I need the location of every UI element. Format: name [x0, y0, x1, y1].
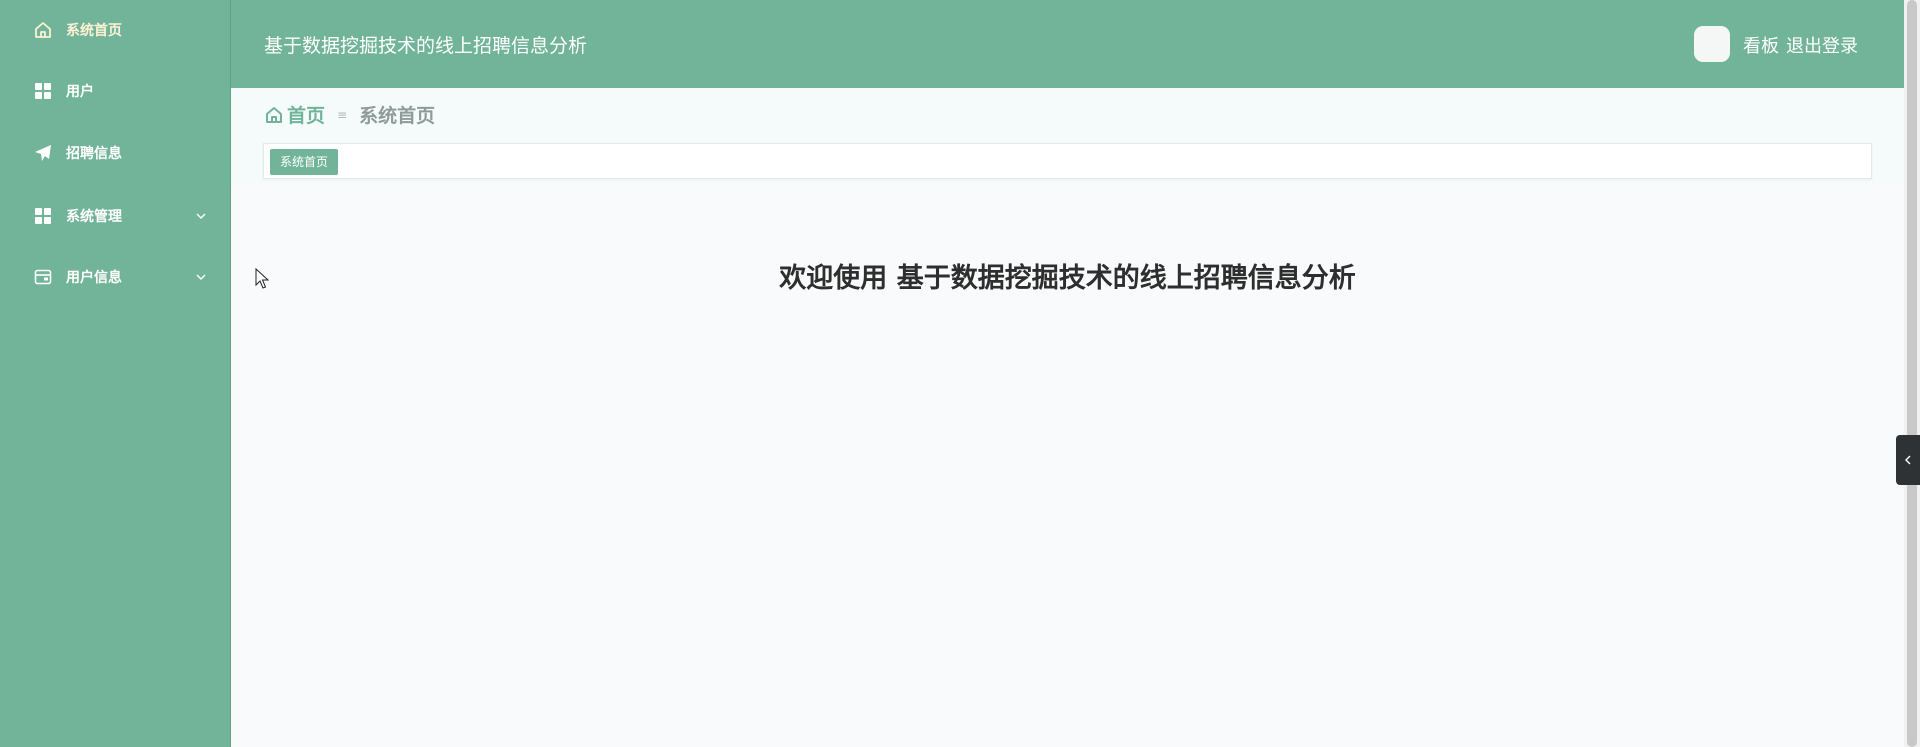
sidebar-item-home[interactable]: 系统首页 — [0, 8, 231, 52]
breadcrumb: 首页 ≡ 系统首页 — [265, 101, 435, 128]
board-link[interactable]: 看板 — [1743, 32, 1779, 58]
tag-home[interactable]: 系统首页 — [270, 149, 339, 175]
home-icon — [265, 106, 283, 124]
chevron-down-icon — [195, 271, 207, 283]
mouse-cursor-icon — [255, 267, 270, 290]
sidebar-item-label: 用户 — [66, 84, 94, 100]
sidebar-item-label: 系统首页 — [66, 23, 122, 39]
chevron-left-icon — [1905, 455, 1911, 465]
breadcrumb-current: 系统首页 — [359, 105, 436, 127]
top-header: 基于数据挖掘技术的线上招聘信息分析 看板 退出登录 — [231, 0, 1904, 88]
breadcrumb-home-link[interactable]: 首页 — [287, 101, 325, 128]
scrollbar-thumb[interactable] — [1907, 0, 1917, 747]
app-title: 基于数据挖掘技术的线上招聘信息分析 — [264, 35, 588, 57]
grid-icon — [34, 207, 52, 225]
page-scrollbar[interactable] — [1904, 0, 1920, 747]
avatar[interactable] — [1694, 26, 1730, 62]
sidebar-item-label: 招聘信息 — [66, 146, 122, 162]
sidebar-item-jobs[interactable]: 招聘信息 — [0, 131, 231, 175]
wallet-icon — [34, 268, 52, 286]
grid-icon — [34, 82, 52, 100]
home-icon — [34, 21, 52, 39]
breadcrumb-separator: ≡ — [337, 107, 348, 122]
chevron-down-icon — [195, 210, 207, 222]
sidebar-item-label: 系统管理 — [66, 209, 122, 225]
sidebar-item-label: 用户信息 — [66, 270, 122, 286]
sidebar-item-system-management[interactable]: 系统管理 — [0, 194, 231, 238]
app-root: 系统首页 用户 招聘信息 系统管理 用户信息 基于数据挖掘技术的线上招聘信息分析… — [0, 0, 1920, 747]
sidebar-item-user-info[interactable]: 用户信息 — [0, 255, 231, 299]
welcome-heading: 欢迎使用 基于数据挖掘技术的线上招聘信息分析 — [779, 263, 1356, 295]
sidebar-item-users[interactable]: 用户 — [0, 69, 231, 113]
paper-plane-icon — [34, 144, 52, 162]
tags-bar: 系统首页 — [263, 143, 1872, 179]
sidebar: 系统首页 用户 招聘信息 系统管理 用户信息 — [0, 0, 231, 747]
main-content: 首页 ≡ 系统首页 系统首页 欢迎使用 基于数据挖掘技术的线上招聘信息分析 — [231, 88, 1904, 747]
collapse-panel-button[interactable] — [1896, 435, 1920, 485]
logout-link[interactable]: 退出登录 — [1786, 32, 1858, 58]
